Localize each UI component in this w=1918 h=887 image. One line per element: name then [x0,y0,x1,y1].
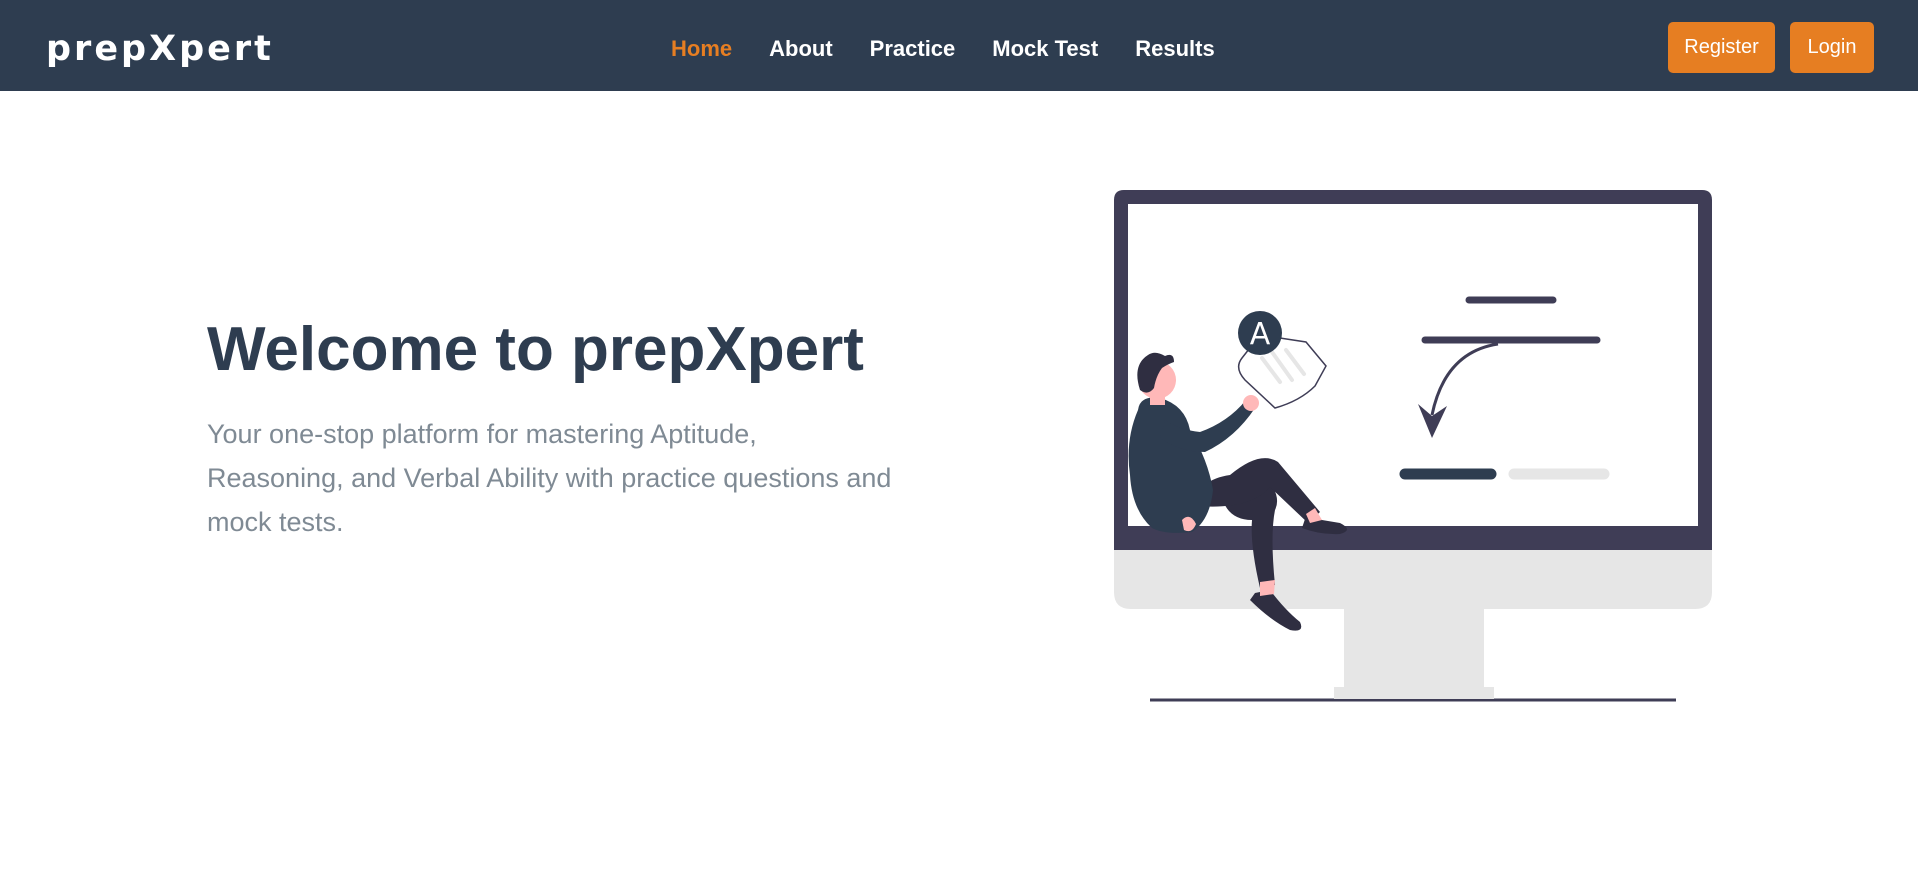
nav-link-home[interactable]: Home [671,34,732,64]
nav-link-about[interactable]: About [769,34,833,64]
badge-letter: A [1250,317,1271,352]
hero-illustration: A [1114,190,1712,702]
stand-neck [1344,605,1484,690]
person-hand [1243,395,1259,411]
hero-subtitle: Your one-stop platform for mastering Apt… [207,419,892,537]
navbar: prepXpert Home About Practice Mock Test … [0,0,1918,91]
register-button[interactable]: Register [1668,22,1775,73]
nav-links: Home About Practice Mock Test Results [671,34,1215,64]
brand-logo[interactable]: prepXpert [46,27,274,71]
nav-link-results[interactable]: Results [1135,34,1214,64]
monitor-chin [1114,550,1712,609]
person-ankle-back [1260,580,1275,596]
nav-link-mock-test[interactable]: Mock Test [992,34,1098,64]
hero-title: Welcome to prepXpert [207,315,864,384]
nav-link-practice[interactable]: Practice [870,34,956,64]
person-neck [1150,395,1165,405]
login-button[interactable]: Login [1790,22,1874,73]
